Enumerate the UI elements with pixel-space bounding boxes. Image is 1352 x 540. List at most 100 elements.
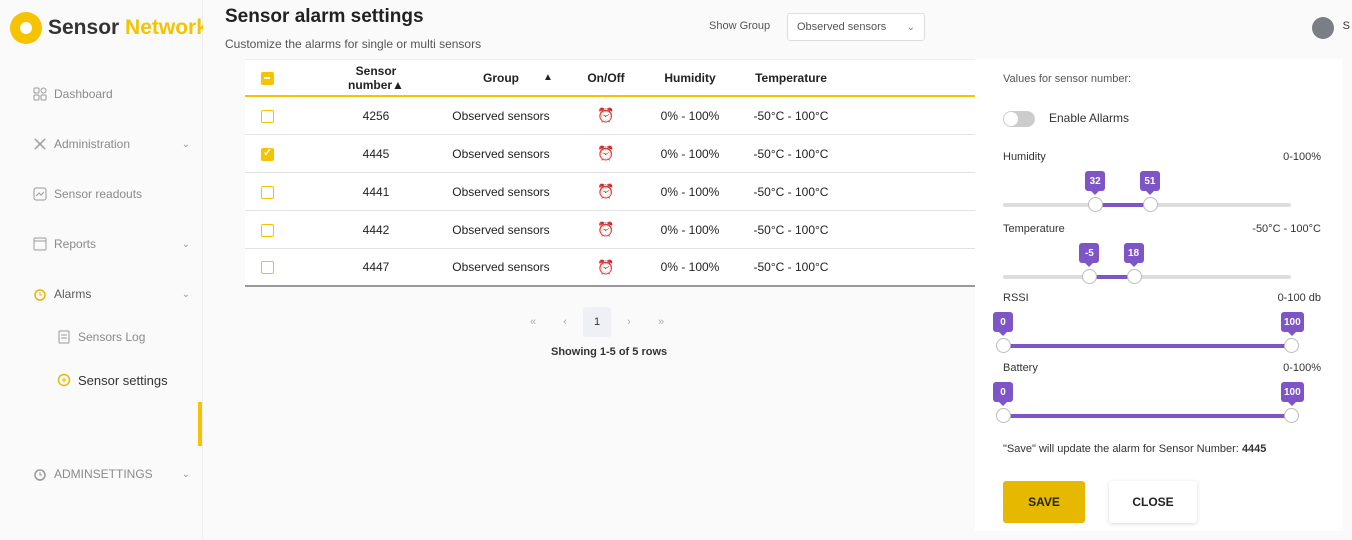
slider-high-value: 100	[1281, 312, 1304, 336]
enable-alarms-toggle[interactable]	[1003, 111, 1035, 127]
humidity-cell: 0% - 100%	[660, 222, 720, 237]
dashboard-icon	[32, 86, 48, 102]
row-checkbox[interactable]	[261, 108, 274, 123]
sort-icon[interactable]: ▲	[543, 72, 553, 83]
chevron-down-icon: ⌄	[181, 468, 190, 480]
group-cell: Observed sensors	[452, 146, 550, 161]
table-row[interactable]: 4445 Observed sensors ⏰ 0% - 100% -50°C - 10…	[245, 135, 979, 173]
row-checkbox[interactable]	[261, 222, 274, 237]
slider-range: 0-100%	[1283, 151, 1321, 163]
humidity-cell: 0% - 100%	[660, 146, 720, 161]
slider-high-thumb[interactable]	[1126, 269, 1142, 284]
first-page-button[interactable]: «	[519, 307, 547, 337]
alarm-add-icon	[56, 372, 72, 388]
table-row[interactable]: 4447 Observed sensors ⏰ 0% - 100% -50°C - 10…	[245, 249, 979, 287]
sidebar-item-label: ADMINSETTINGS	[54, 467, 153, 481]
slider-label: RSSI	[1003, 292, 1029, 304]
sidebar-item-sensors-log[interactable]: Sensors Log	[56, 329, 220, 345]
sidebar-item-dashboard[interactable]: Dashboard	[32, 86, 196, 102]
temperature-cell: -50°C - 100°C	[753, 260, 829, 274]
slider-low-value: -5	[1079, 243, 1100, 267]
slider-high-thumb[interactable]	[1142, 197, 1158, 212]
row-checkbox[interactable]	[261, 260, 274, 275]
save-note-number: 4445	[1241, 443, 1267, 455]
next-page-button[interactable]: ›	[615, 307, 643, 337]
slider-low-thumb[interactable]	[1088, 197, 1104, 212]
main-content: Sensor alarm settings Customize the alar…	[203, 0, 1352, 540]
page-subtitle: Customize the alarms for single or multi…	[225, 37, 482, 51]
range-slider[interactable]: 0 100	[993, 312, 1304, 353]
slider-fill	[1003, 414, 1291, 418]
slider-high-thumb[interactable]	[1284, 338, 1299, 353]
table-header: Sensor number▲ Group ▲ On/Off Humidity T…	[245, 59, 979, 97]
sidebar-item-label: Alarms	[54, 287, 92, 301]
show-group-label: Show Group	[709, 20, 771, 32]
sensor-number-cell: 4447	[362, 260, 390, 274]
temperature-cell: -50°C - 100°C	[753, 108, 829, 123]
table-row[interactable]: 4441 Observed sensors ⏰ 0% - 100% -50°C - 10…	[245, 173, 979, 211]
column-onoff: On/Off	[587, 70, 625, 85]
user-initial: S	[1342, 20, 1350, 32]
range-slider[interactable]: 0 100	[993, 382, 1304, 423]
report-icon	[32, 236, 48, 252]
close-button[interactable]: CLOSE	[1109, 481, 1197, 523]
page-1-button[interactable]: 1	[583, 307, 611, 337]
brand[interactable]: Sensor Network	[10, 12, 208, 44]
slider-low-thumb[interactable]	[996, 408, 1011, 423]
sidebar-item-label: Administration	[54, 137, 131, 151]
sidebar-item-adminsettings[interactable]: ADMINSETTINGS ⌄	[32, 466, 196, 482]
group-cell: Observed sensors	[452, 260, 550, 274]
save-note: "Save" will update the alarm for Sensor …	[1003, 443, 1267, 455]
column-humidity: Humidity	[664, 70, 716, 85]
humidity-cell: 0% - 100%	[660, 108, 720, 123]
slider-high-value: 51	[1139, 171, 1160, 195]
sensor-number-cell: 4441	[362, 184, 390, 199]
sidebar-item-label: Sensors Log	[78, 330, 146, 344]
alarm-toggle-icon[interactable]: ⏰	[582, 107, 630, 124]
table-row[interactable]: 4442 Observed sensors ⏰ 0% - 100% -50°C - 10…	[245, 211, 979, 249]
alarm-panel: Values for sensor number: Enable Allarms…	[975, 59, 1343, 531]
sidebar-item-alarms[interactable]: Alarms ⌄	[32, 286, 196, 302]
avatar[interactable]	[1312, 17, 1334, 39]
column-sensor-number[interactable]: Sensor number▲	[335, 64, 417, 92]
group-cell: Observed sensors	[452, 222, 550, 237]
sensor-network-logo-icon	[10, 12, 42, 44]
select-all-checkbox[interactable]	[261, 70, 274, 85]
chevron-down-icon: ⌄	[181, 138, 190, 150]
slider-low-value: 32	[1085, 171, 1106, 195]
tools-icon	[32, 136, 48, 152]
sidebar: Sensor Network Dashboard Administration …	[0, 0, 208, 540]
slider-range: -50°C - 100°C	[1252, 223, 1321, 235]
sidebar-item-reports[interactable]: Reports ⌄	[32, 236, 196, 252]
alarm-toggle-icon[interactable]: ⏰	[582, 145, 630, 162]
alarm-clock-icon	[32, 286, 48, 302]
alarm-toggle-icon[interactable]: ⏰	[582, 259, 630, 276]
table-row[interactable]: 4256 Observed sensors ⏰ 0% - 100% -50°C - 10…	[245, 97, 979, 135]
temperature-cell: -50°C - 100°C	[753, 184, 829, 199]
alarm-toggle-icon[interactable]: ⏰	[582, 221, 630, 238]
group-select[interactable]: Observed sensors ⌄	[787, 13, 925, 41]
slider-range: 0-100%	[1283, 362, 1321, 374]
prev-page-button[interactable]: ‹	[551, 307, 579, 337]
sensor-table: Sensor number▲ Group ▲ On/Off Humidity T…	[245, 59, 979, 287]
slider-fill	[1003, 344, 1291, 348]
slider-low-thumb[interactable]	[996, 338, 1011, 353]
slider-high-thumb[interactable]	[1284, 408, 1299, 423]
sidebar-item-label: Dashboard	[54, 87, 113, 101]
row-checkbox[interactable]	[261, 184, 274, 199]
range-slider[interactable]: -5 18	[1003, 243, 1291, 284]
range-slider[interactable]: 32 51	[1003, 171, 1291, 212]
sidebar-item-sensor-settings[interactable]: Sensor settings	[56, 372, 220, 388]
slider-low-value: 0	[993, 382, 1013, 406]
humidity-cell: 0% - 100%	[660, 184, 720, 199]
row-checkbox[interactable]	[261, 146, 274, 161]
save-button[interactable]: SAVE	[1003, 481, 1085, 523]
sidebar-item-sensor-readouts[interactable]: Sensor readouts	[32, 186, 196, 202]
slider-fill	[1095, 203, 1150, 207]
sidebar-item-administration[interactable]: Administration ⌄	[32, 136, 196, 152]
alarm-toggle-icon[interactable]: ⏰	[582, 183, 630, 200]
last-page-button[interactable]: »	[647, 307, 675, 337]
sensor-number-cell: 4445	[362, 146, 390, 161]
showing-rows: Showing 1-5 of 5 rows	[551, 346, 668, 358]
slider-low-thumb[interactable]	[1082, 269, 1098, 284]
